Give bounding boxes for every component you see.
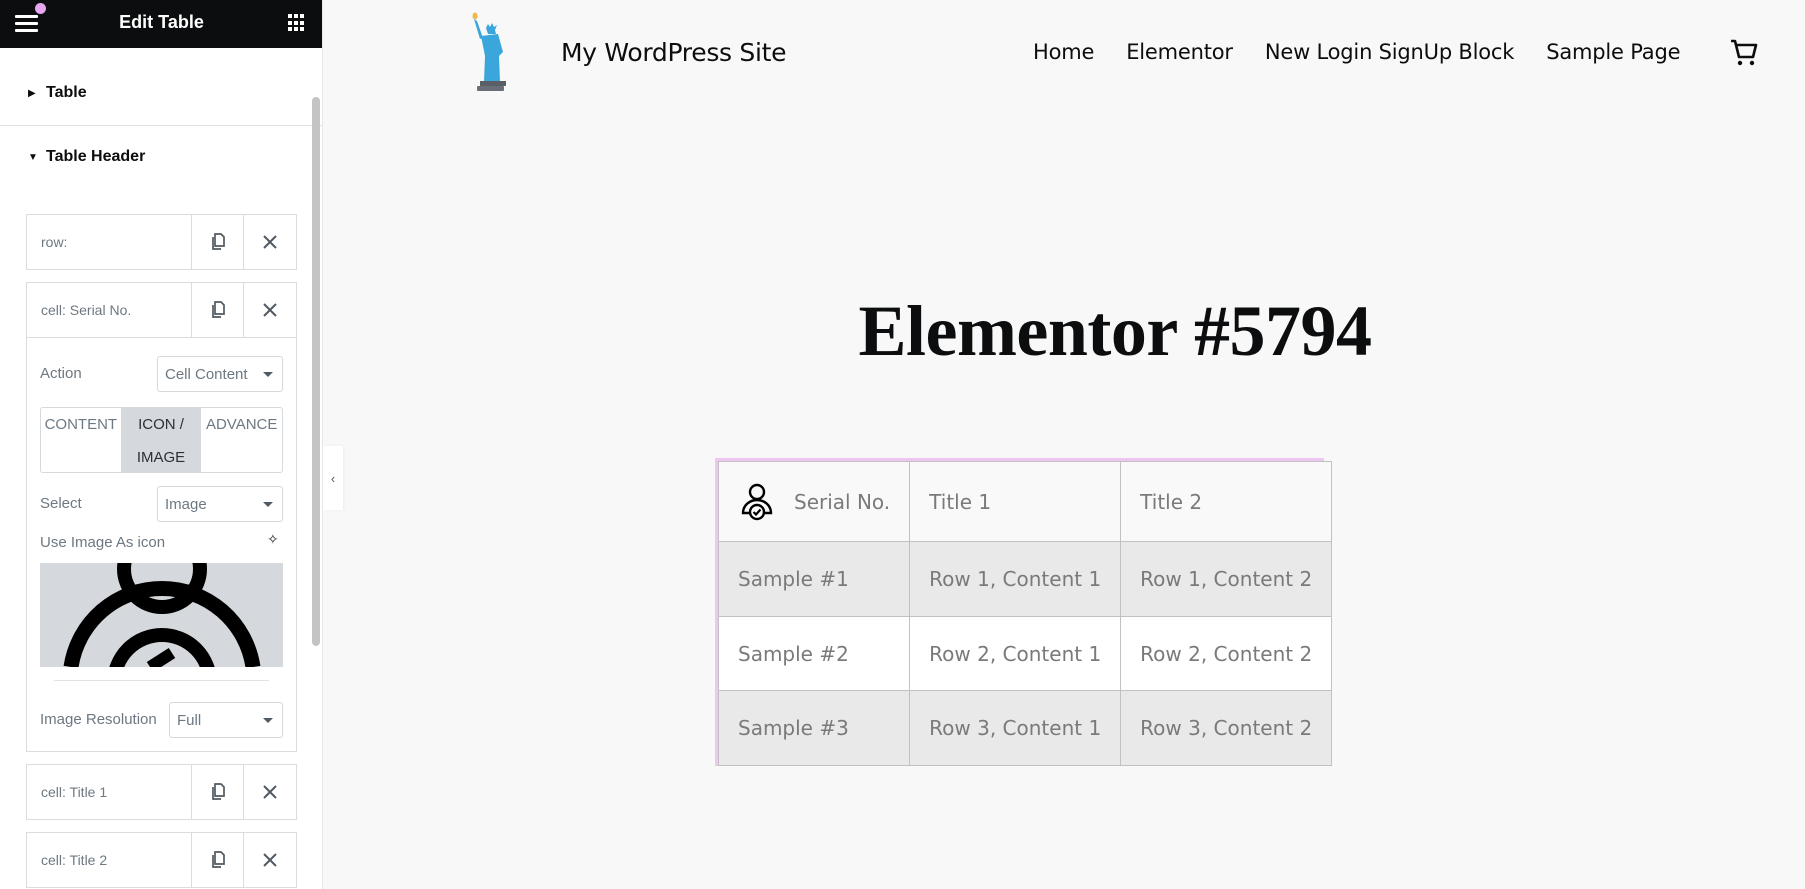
- site-title[interactable]: My WordPress Site: [561, 38, 787, 67]
- table-header-cell: Title 1: [909, 461, 1122, 542]
- table-widget[interactable]: Serial No. Title 1 Title 2 Sample #1 Row…: [715, 458, 1333, 766]
- copy-icon: [211, 233, 225, 250]
- image-preview[interactable]: [40, 563, 283, 667]
- repeater-item-serial-no: cell: Serial No. Action Cell Content CON…: [26, 282, 297, 752]
- table-cell: Row 2, Content 2: [1120, 616, 1333, 691]
- remove-button[interactable]: [243, 215, 296, 269]
- section-table-header[interactable]: ▼ Table Header: [0, 142, 310, 172]
- tab-label-line: IMAGE: [136, 449, 186, 466]
- nav-elementor[interactable]: Elementor: [1126, 40, 1233, 64]
- tab-advance[interactable]: ADVANCE: [201, 408, 282, 472]
- table-row: Sample #2 Row 2, Content 1 Row 2, Conten…: [717, 616, 1333, 691]
- close-icon: [263, 235, 277, 249]
- table-cell: Sample #3: [717, 690, 911, 766]
- ai-sparkle-icon[interactable]: ✧: [267, 531, 279, 548]
- nav-home[interactable]: Home: [1033, 40, 1094, 64]
- select-label: Select: [40, 495, 82, 512]
- caret-down-icon: ▼: [28, 151, 38, 163]
- action-select-value: Cell Content: [165, 365, 248, 383]
- widgets-grid-icon[interactable]: [288, 14, 306, 32]
- chevron-down-icon: [263, 718, 273, 723]
- table-cell: Row 3, Content 2: [1120, 690, 1333, 766]
- close-icon: [263, 853, 277, 867]
- table-row: Sample #3 Row 3, Content 1 Row 3, Conten…: [717, 690, 1333, 766]
- tab-label-line: ICON /: [138, 416, 184, 433]
- page-title: Elementor #5794: [858, 291, 1372, 371]
- table-header-cell: Serial No.: [717, 461, 911, 542]
- collapse-panel-button[interactable]: ‹: [323, 446, 343, 510]
- divider: [54, 680, 269, 681]
- user-check-icon: [741, 483, 773, 520]
- duplicate-button[interactable]: [191, 765, 243, 819]
- duplicate-button[interactable]: [191, 215, 243, 269]
- image-resolution-label: Image Resolution: [40, 711, 157, 728]
- close-icon: [263, 303, 277, 317]
- site-nav: Home Elementor New Login SignUp Block Sa…: [1033, 40, 1712, 64]
- divider: [0, 125, 322, 126]
- table-cell: Sample #1: [717, 541, 911, 617]
- copy-icon: [211, 851, 225, 868]
- image-resolution-select[interactable]: Full: [169, 702, 283, 738]
- duplicate-button[interactable]: [191, 833, 243, 887]
- copy-icon: [211, 301, 225, 318]
- panel-scrollbar[interactable]: [312, 97, 320, 646]
- remove-button[interactable]: [243, 765, 296, 819]
- image-resolution-value: Full: [177, 711, 202, 729]
- table-cell: Row 2, Content 1: [909, 616, 1122, 691]
- editor-panel: Edit Table ▶ Table ▼ Table Header row: c…: [0, 0, 323, 889]
- repeater-item-title[interactable]: cell: Serial No.: [27, 283, 191, 337]
- remove-button[interactable]: [243, 833, 296, 887]
- table-header-row: Serial No. Title 1 Title 2: [717, 461, 1333, 542]
- section-label: Table Header: [46, 148, 146, 165]
- repeater-item-title-2: cell: Title 2: [26, 832, 297, 888]
- nav-new-login-signup-block[interactable]: New Login SignUp Block: [1265, 40, 1515, 64]
- cell-editor: Action Cell Content CONTENT ICON / IMAGE…: [27, 337, 296, 751]
- repeater-item-row: row:: [26, 214, 297, 270]
- cart-icon: [1731, 39, 1758, 66]
- panel-header: Edit Table: [0, 0, 322, 48]
- cell-tabs: CONTENT ICON / IMAGE ADVANCE: [40, 407, 283, 473]
- action-label: Action: [40, 365, 82, 382]
- chevron-down-icon: [263, 372, 273, 377]
- table-cell: Row 1, Content 1: [909, 541, 1122, 617]
- use-image-label: Use Image As icon: [40, 534, 166, 551]
- repeater-item-title[interactable]: cell: Title 1: [27, 765, 191, 819]
- tab-content[interactable]: CONTENT: [41, 408, 121, 472]
- statue-of-liberty-icon: [472, 12, 506, 91]
- tab-icon-image[interactable]: ICON / IMAGE: [120, 408, 202, 472]
- repeater-item-title[interactable]: row:: [27, 215, 191, 269]
- remove-button[interactable]: [243, 283, 296, 337]
- section-label: Table: [46, 84, 87, 101]
- repeater-item-title-1: cell: Title 1: [26, 764, 297, 820]
- site-logo[interactable]: [472, 12, 508, 92]
- duplicate-button[interactable]: [191, 283, 243, 337]
- caret-right-icon: ▶: [28, 87, 36, 99]
- section-table[interactable]: ▶ Table: [0, 78, 310, 108]
- user-check-image: [63, 563, 261, 667]
- table-row: Sample #1 Row 1, Content 1 Row 1, Conten…: [717, 541, 1333, 617]
- chevron-down-icon: [263, 502, 273, 507]
- cart-button[interactable]: [1729, 38, 1759, 68]
- table-cell: Row 3, Content 1: [909, 690, 1122, 766]
- table-header-cell: Title 2: [1120, 461, 1333, 542]
- close-icon: [263, 785, 277, 799]
- chevron-left-icon: ‹: [330, 470, 336, 486]
- table-cell: Sample #2: [717, 616, 911, 691]
- media-type-select-value: Image: [165, 495, 207, 513]
- data-table: Serial No. Title 1 Title 2 Sample #1 Row…: [717, 461, 1333, 766]
- table-cell: Row 1, Content 2: [1120, 541, 1333, 617]
- copy-icon: [211, 783, 225, 800]
- panel-title: Edit Table: [119, 12, 204, 32]
- nav-sample-page[interactable]: Sample Page: [1546, 40, 1680, 64]
- header-label: Serial No.: [794, 489, 891, 514]
- action-select[interactable]: Cell Content: [157, 356, 283, 392]
- repeater-item-title[interactable]: cell: Title 2: [27, 833, 191, 887]
- media-type-select[interactable]: Image: [157, 486, 283, 522]
